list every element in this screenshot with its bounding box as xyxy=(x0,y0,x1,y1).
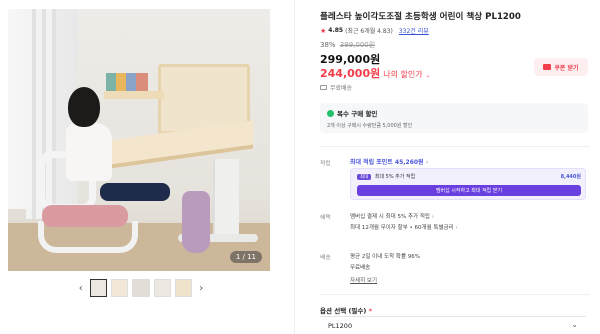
free-shipping-text: 무료배송 xyxy=(330,85,353,92)
shipping-details-link[interactable]: 자세히 보기 xyxy=(350,276,377,284)
books xyxy=(106,73,148,91)
column-divider xyxy=(294,0,295,334)
chevron-down-icon: ⌄ xyxy=(425,72,431,79)
rating-score: 4.85 xyxy=(328,27,344,34)
extra-points-value: 8,440원 xyxy=(560,174,581,180)
chevron-down-icon: ⌄ xyxy=(571,320,578,329)
extra-points-row: 최대 최대 5% 추가 적립 8,440원 xyxy=(357,173,581,181)
benefit-line-1[interactable]: 멤버십 결제 시 최대 5% 추가 적립 › xyxy=(350,212,434,220)
sale-price: 244,000원 xyxy=(320,67,381,80)
benefits-label: 혜택 xyxy=(320,215,331,221)
child-figure xyxy=(66,123,112,181)
required-mark: * xyxy=(368,307,373,315)
max-badge: 최대 xyxy=(357,174,372,180)
discount-row: 38% 399,000원 xyxy=(320,40,375,50)
max-points-link[interactable]: 최대 적립 포인트 45,260원 › xyxy=(350,157,428,166)
child-head xyxy=(68,87,100,127)
truck-icon xyxy=(320,85,327,90)
multi-purchase-desc: 2개 이상 구매시 수량만큼 5,000원 할인 xyxy=(327,123,413,129)
section-divider xyxy=(320,294,590,295)
chevron-right-icon: › xyxy=(425,159,429,166)
option-label-text: 옵션 선택 (필수) xyxy=(320,307,367,315)
star-icon: ★ xyxy=(320,26,327,35)
sale-price-label: 나의 할인가 xyxy=(383,70,423,79)
child-legs xyxy=(100,183,170,201)
original-price: 399,000원 xyxy=(339,41,376,49)
max-points-text: 최대 적립 포인트 45,260원 xyxy=(350,159,424,166)
image-counter: 1 / 11 xyxy=(229,251,262,263)
multi-purchase-title-text: 복수 구매 할인 xyxy=(337,110,378,118)
my-sale-price-row[interactable]: 244,000원 나의 할인가 ⌄ xyxy=(320,65,431,81)
coupon-button[interactable]: 쿠폰 받기 xyxy=(534,58,588,76)
product-title: 플레스타 높이각도조절 초등학생 어린이 책상 PL1200 xyxy=(320,12,521,22)
discount-percent: 38% xyxy=(320,41,336,49)
coupon-icon xyxy=(543,64,552,70)
benefit-line-1-text: 멤버십 결제 시 최대 5% 추가 적립 xyxy=(350,214,430,220)
desk-leg xyxy=(213,159,239,239)
shipping-label: 배송 xyxy=(320,255,331,261)
coupon-label: 쿠폰 받기 xyxy=(554,64,579,72)
desk-shelf xyxy=(104,91,164,99)
extra-points-text: 최대 5% 추가 적립 xyxy=(374,174,416,180)
points-box: 최대 최대 5% 추가 적립 8,440원 멤버십 시작하고 최대 적립 받기 xyxy=(350,168,586,200)
thumbnail-2[interactable] xyxy=(110,279,129,297)
thumbnail-5[interactable] xyxy=(175,279,193,297)
hanging-bag xyxy=(182,191,210,253)
membership-points-button[interactable]: 멤버십 시작하고 최대 적립 받기 xyxy=(357,185,581,196)
chevron-left-icon[interactable]: ‹ xyxy=(76,283,86,294)
rating-detail: (최근 6개월 4.83) xyxy=(345,28,393,35)
shipping-arrival: 평균 2일 이내 도착 확률 96% xyxy=(350,254,421,260)
multi-purchase-title: 복수 구매 할인 xyxy=(327,108,581,118)
chair-seat xyxy=(42,205,128,227)
chevron-right-icon[interactable]: › xyxy=(196,283,206,294)
option-select-dropdown[interactable]: PL1200 ⌄ xyxy=(320,316,586,334)
thumbnail-3[interactable] xyxy=(132,279,150,297)
benefit-line-2-text: 최대 12개월 무이자 할부 • 60개월 특별금리 xyxy=(350,225,454,231)
free-shipping-tag: 무료배송 xyxy=(320,83,352,92)
thumbnail-4[interactable] xyxy=(153,279,172,297)
chevron-right-icon: › xyxy=(455,225,458,231)
option-select-label: 옵션 선택 (필수) * xyxy=(320,305,372,315)
benefit-line-2[interactable]: 최대 12개월 무이자 할부 • 60개월 특별금리 › xyxy=(350,223,458,231)
shipping-free: 무료배송 xyxy=(350,265,371,271)
discount-badge-icon xyxy=(327,109,334,117)
section-divider xyxy=(320,146,590,147)
thumbnail-1[interactable] xyxy=(89,279,107,297)
thumbnail-strip: ‹ › xyxy=(76,278,206,298)
review-count-link[interactable]: 332건 리뷰 xyxy=(399,26,429,35)
option-selected-value: PL1200 xyxy=(328,322,353,330)
chevron-right-icon: › xyxy=(431,214,434,220)
product-main-image[interactable]: 1 / 11 xyxy=(8,9,270,271)
multi-purchase-discount-box: 복수 구매 할인 2개 이상 구매시 수량만큼 5,000원 할인 xyxy=(320,103,588,133)
rating-row: ★ 4.85 (최근 6개월 4.83) 332건 리뷰 xyxy=(320,26,429,36)
points-label: 적립 xyxy=(320,161,331,167)
